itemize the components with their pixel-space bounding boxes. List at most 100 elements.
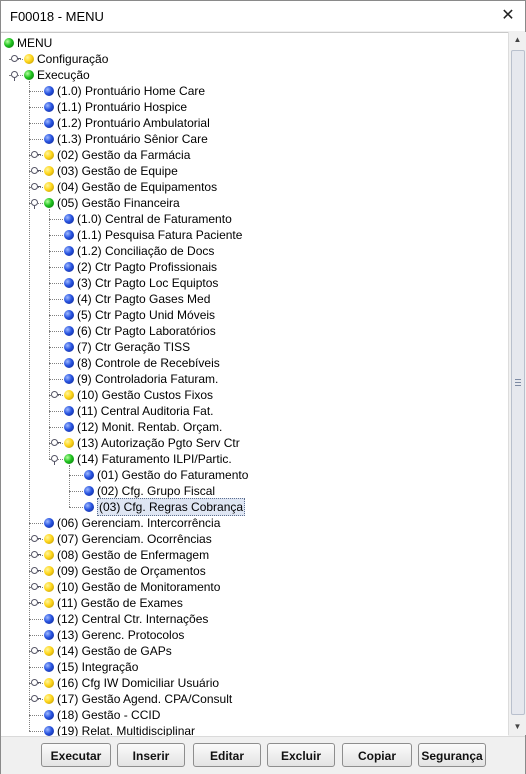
- expand-toggle-icon[interactable]: [31, 567, 41, 575]
- tree-item[interactable]: (1.1) Prontuário Hospice: [1, 99, 506, 115]
- tree-item[interactable]: (3) Ctr Pagto Loc Equiptos: [1, 275, 506, 291]
- executar-button[interactable]: Executar: [41, 743, 111, 767]
- copiar-button[interactable]: Copiar: [342, 743, 412, 767]
- expand-toggle-icon[interactable]: [31, 183, 41, 191]
- expand-toggle-icon[interactable]: [51, 439, 61, 447]
- tree-branch-line: [29, 91, 43, 92]
- vertical-scrollbar[interactable]: ▲ ▼: [508, 32, 526, 735]
- expand-toggle-icon[interactable]: [31, 583, 41, 591]
- tree-item[interactable]: (14) Faturamento ILPI/Partic.: [1, 451, 506, 467]
- expand-toggle-icon[interactable]: [31, 551, 41, 559]
- tree-item[interactable]: (03) Gestão de Equipe: [1, 163, 506, 179]
- tree-item[interactable]: (10) Gestão Custos Fixos: [1, 387, 506, 403]
- tree-item[interactable]: (12) Central Ctr. Internações: [1, 611, 506, 627]
- tree-item[interactable]: (1.3) Prontuário Sênior Care: [1, 131, 506, 147]
- tree-item[interactable]: (5) Ctr Pagto Unid Móveis: [1, 307, 506, 323]
- expand-toggle-icon[interactable]: [31, 679, 41, 687]
- seguranca-button[interactable]: Segurança: [418, 743, 486, 767]
- tree-item[interactable]: (01) Gestão do Faturamento: [1, 467, 506, 483]
- scroll-down-icon[interactable]: ▼: [509, 719, 526, 735]
- tree-item[interactable]: Execução: [1, 67, 506, 83]
- tree-item[interactable]: (8) Controle de Recebíveis: [1, 355, 506, 371]
- tree-item-label: (1.1) Pesquisa Fatura Paciente: [77, 228, 243, 242]
- tree-item[interactable]: (13) Gerenc. Protocolos: [1, 627, 506, 643]
- tree-item[interactable]: MENU: [1, 35, 506, 51]
- expand-toggle-icon[interactable]: [31, 535, 41, 543]
- tree-item[interactable]: (05) Gestão Financeira: [1, 195, 506, 211]
- scroll-thumb[interactable]: [511, 50, 525, 715]
- tree-branch-line: [49, 219, 63, 220]
- close-icon[interactable]: ✕: [497, 5, 519, 27]
- tree-item-selected[interactable]: (03) Cfg. Regras Cobrança: [1, 498, 506, 516]
- tree-branch-line: [29, 635, 43, 636]
- tree-item[interactable]: (08) Gestão de Enfermagem: [1, 547, 506, 563]
- tree-item[interactable]: (09) Gestão de Orçamentos: [1, 563, 506, 579]
- tree-item-label: (1.3) Prontuário Sênior Care: [57, 132, 208, 146]
- tree-branch-line: [29, 107, 43, 108]
- expand-toggle-icon[interactable]: [31, 151, 41, 159]
- tree-item[interactable]: Configuração: [1, 51, 506, 67]
- collapse-toggle-icon[interactable]: [51, 455, 59, 465]
- tree-item[interactable]: (06) Gerenciam. Intercorrência: [1, 515, 506, 531]
- expand-toggle-icon[interactable]: [31, 599, 41, 607]
- yellow-status-dot-icon: [44, 582, 54, 592]
- tree-item-label: (14) Faturamento ILPI/Partic.: [77, 452, 232, 466]
- menu-tree[interactable]: MENU Configuração Execução (1.0) Prontuário…: [1, 32, 508, 736]
- tree-item[interactable]: (16) Cfg IW Domiciliar Usuário: [1, 675, 506, 691]
- tree-item[interactable]: (19) Relat. Multidisciplinar: [1, 723, 506, 736]
- tree-item-label: (01) Gestão do Faturamento: [97, 468, 249, 482]
- tree-item[interactable]: (11) Central Auditoria Fat.: [1, 403, 506, 419]
- tree-item-label: (04) Gestão de Equipamentos: [57, 180, 218, 194]
- blue-status-dot-icon: [44, 86, 54, 96]
- tree-item[interactable]: (1.1) Pesquisa Fatura Paciente: [1, 227, 506, 243]
- tree-item[interactable]: (10) Gestão de Monitoramento: [1, 579, 506, 595]
- expand-toggle-icon[interactable]: [31, 695, 41, 703]
- tree-item[interactable]: (13) Autorização Pgto Serv Ctr: [1, 435, 506, 451]
- tree-item[interactable]: (02) Gestão da Farmácia: [1, 147, 506, 163]
- tree-item[interactable]: (1.0) Central de Faturamento: [1, 211, 506, 227]
- tree-item[interactable]: (12) Monit. Rentab. Orçam.: [1, 419, 506, 435]
- tree-item[interactable]: (02) Cfg. Grupo Fiscal: [1, 483, 506, 499]
- blue-status-dot-icon: [44, 726, 54, 736]
- collapse-toggle-icon[interactable]: [11, 71, 19, 81]
- tree-item[interactable]: (14) Gestão de GAPs: [1, 643, 506, 659]
- tree-item-label: (9) Controladoria Faturam.: [77, 372, 219, 386]
- tree-item[interactable]: (07) Gerenciam. Ocorrências: [1, 531, 506, 547]
- tree-item[interactable]: (7) Ctr Geração TISS: [1, 339, 506, 355]
- tree-item[interactable]: (9) Controladoria Faturam.: [1, 371, 506, 387]
- tree-branch-line: [29, 619, 43, 620]
- tree-item[interactable]: (1.2) Conciliação de Docs: [1, 243, 506, 259]
- tree-item-label: (1.2) Conciliação de Docs: [77, 244, 215, 258]
- tree-item-label: (2) Ctr Pagto Profissionais: [77, 260, 218, 274]
- tree-item[interactable]: (11) Gestão de Exames: [1, 595, 506, 611]
- tree-item-label: (03) Cfg. Regras Cobrança: [97, 498, 246, 516]
- tree-item[interactable]: (17) Gestão Agend. CPA/Consult: [1, 691, 506, 707]
- expand-toggle-icon[interactable]: [11, 55, 21, 63]
- button-bar: Executar Inserir Editar Excluir Copiar S…: [1, 736, 525, 774]
- tree-item[interactable]: (2) Ctr Pagto Profissionais: [1, 259, 506, 275]
- blue-status-dot-icon: [84, 502, 94, 512]
- expand-toggle-icon[interactable]: [31, 647, 41, 655]
- expand-toggle-icon[interactable]: [31, 167, 41, 175]
- tree-item[interactable]: (04) Gestão de Equipamentos: [1, 179, 506, 195]
- excluir-button[interactable]: Excluir: [267, 743, 335, 767]
- tree-branch-line: [29, 139, 43, 140]
- editar-button[interactable]: Editar: [193, 743, 261, 767]
- tree-item[interactable]: (1.0) Prontuário Home Care: [1, 83, 506, 99]
- tree-item-label: (02) Gestão da Farmácia: [57, 148, 191, 162]
- blue-status-dot-icon: [64, 230, 74, 240]
- collapse-toggle-icon[interactable]: [31, 199, 39, 209]
- tree-item[interactable]: (15) Integração: [1, 659, 506, 675]
- blue-status-dot-icon: [64, 422, 74, 432]
- tree-branch-line: [49, 347, 63, 348]
- tree-item[interactable]: (4) Ctr Pagto Gases Med: [1, 291, 506, 307]
- tree-item[interactable]: (1.2) Prontuário Ambulatorial: [1, 115, 506, 131]
- blue-status-dot-icon: [44, 662, 54, 672]
- menu-window: F00018 - MENU ✕ MENU Configuração Execução…: [0, 0, 526, 774]
- tree-item[interactable]: (6) Ctr Pagto Laboratórios: [1, 323, 506, 339]
- blue-status-dot-icon: [44, 102, 54, 112]
- tree-item[interactable]: (18) Gestão - CCID: [1, 707, 506, 723]
- expand-toggle-icon[interactable]: [51, 391, 61, 399]
- inserir-button[interactable]: Inserir: [117, 743, 185, 767]
- scroll-up-icon[interactable]: ▲: [509, 32, 526, 48]
